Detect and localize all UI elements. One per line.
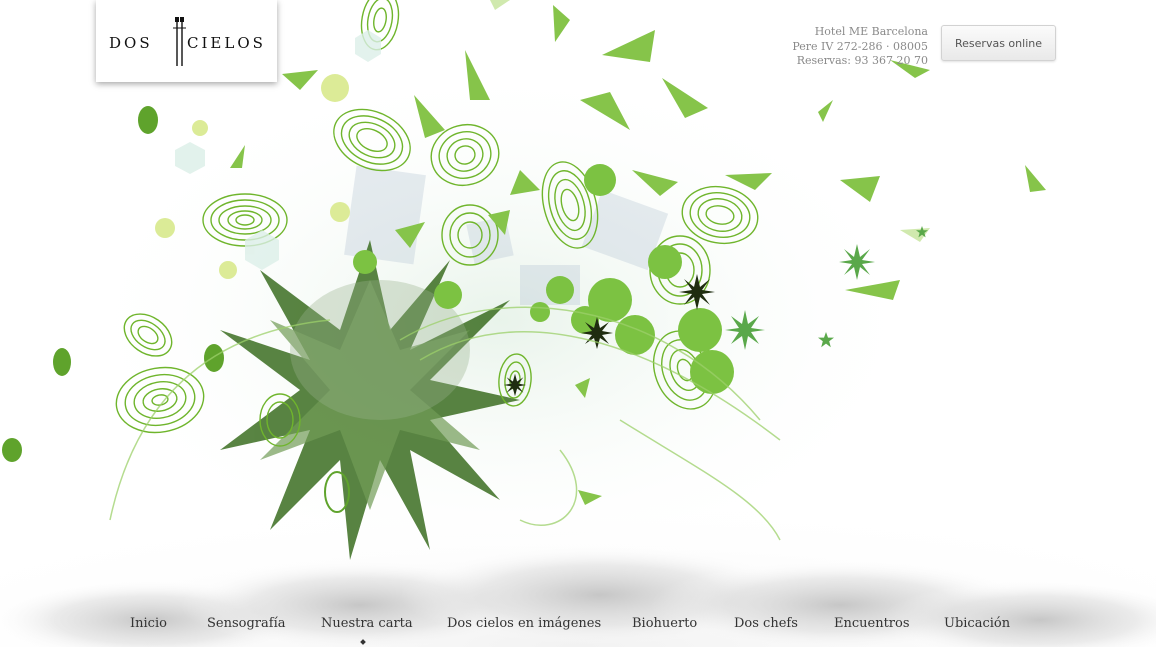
hero-illustration: [0, 0, 1156, 647]
nav-item-biohuerto[interactable]: Biohuerto: [632, 616, 697, 631]
address-line-street: Pere IV 272-286 · 08005: [792, 39, 928, 53]
nav-item-encuentros[interactable]: Encuentros: [834, 616, 910, 631]
nav-item-dos-chefs[interactable]: Dos chefs: [734, 616, 798, 631]
reservas-online-button[interactable]: Reservas online: [941, 25, 1056, 61]
nav-item-nuestra-carta[interactable]: Nuestra carta: [321, 616, 413, 631]
address-line-hotel: Hotel ME Barcelona: [814, 25, 928, 38]
hotel-address: Hotel ME Barcelona Pere IV 272-286 · 080…: [792, 25, 928, 69]
address-line-phone: Reservas: 93 367 20 70: [796, 54, 928, 67]
nav-item-dos-cielos-en-imagenes[interactable]: Dos cielos en imágenes: [447, 616, 601, 631]
nav-item-inicio[interactable]: Inicio: [130, 616, 167, 631]
logo-text-left: DOS: [109, 34, 153, 52]
nav-item-sensografia[interactable]: Sensografía: [207, 616, 285, 631]
floral-artwork: [0, 0, 1156, 647]
logo[interactable]: DOS CIELOS: [96, 0, 277, 82]
dos-cielos-logo-icon: DOS CIELOS: [109, 17, 266, 66]
logo-text-right: CIELOS: [187, 34, 266, 52]
nav-item-ubicacion[interactable]: Ubicación: [944, 616, 1010, 631]
main-navigation: Inicio Sensografía Nuestra carta Dos cie…: [0, 612, 1156, 638]
